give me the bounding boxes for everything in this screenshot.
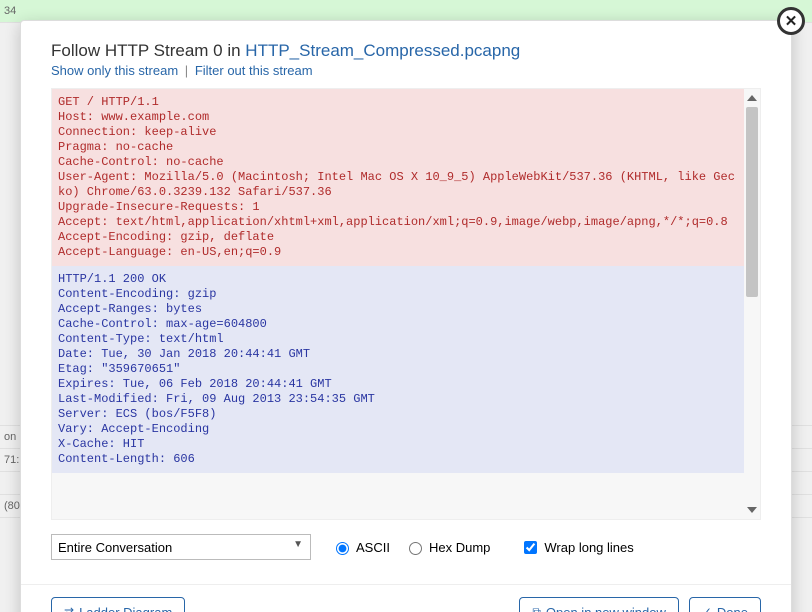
done-button[interactable]: ✓ Done [689,597,761,612]
ladder-label: Ladder Diagram [79,605,172,612]
scroll-up-icon[interactable] [747,95,757,101]
http-request-block: GET / HTTP/1.1 Host: www.example.com Con… [52,89,744,266]
wrap-checkbox[interactable] [524,541,537,554]
modal-footer: ⇄ Ladder Diagram ⧉ Open in new window ✓ … [21,584,791,612]
stream-scroll-area[interactable]: GET / HTTP/1.1 Host: www.example.com Con… [52,89,744,519]
close-icon: ✕ [785,12,798,30]
encoding-radios: ASCII Hex Dump [331,539,500,555]
controls-row: Entire Conversation ASCII Hex Dump Wrap … [51,520,761,568]
stream-filter-links: Show only this stream | Filter out this … [51,63,761,78]
file-link[interactable]: HTTP_Stream_Compressed.pcapng [245,41,520,60]
close-button[interactable]: ✕ [777,7,805,35]
modal-title: Follow HTTP Stream 0 in HTTP_Stream_Comp… [51,41,761,61]
http-response-block: HTTP/1.1 200 OK Content-Encoding: gzip A… [52,266,744,473]
ladder-diagram-button[interactable]: ⇄ Ladder Diagram [51,597,185,612]
link-separator: | [185,63,188,78]
scroll-thumb[interactable] [746,107,758,297]
external-icon: ⧉ [532,605,541,612]
radio-hex-label: Hex Dump [429,540,490,555]
title-prefix: Follow HTTP Stream 0 in [51,41,245,60]
stream-content-box: GET / HTTP/1.1 Host: www.example.com Con… [51,88,761,520]
follow-stream-modal: ✕ Follow HTTP Stream 0 in HTTP_Stream_Co… [20,20,792,612]
radio-ascii[interactable] [336,542,349,555]
open-new-window-button[interactable]: ⧉ Open in new window [519,597,679,612]
radio-ascii-label: ASCII [356,540,390,555]
swap-icon: ⇄ [64,605,74,612]
done-label: Done [717,605,748,612]
open-label: Open in new window [546,605,666,612]
show-only-stream-link[interactable]: Show only this stream [51,63,178,78]
wrap-label: Wrap long lines [544,540,633,555]
check-icon: ✓ [702,605,712,612]
scroll-down-icon[interactable] [747,507,757,513]
scrollbar[interactable] [744,89,760,519]
wrap-checkbox-group: Wrap long lines [520,538,643,557]
radio-hex[interactable] [409,542,422,555]
filter-out-stream-link[interactable]: Filter out this stream [195,63,313,78]
conversation-select[interactable]: Entire Conversation [51,534,311,560]
